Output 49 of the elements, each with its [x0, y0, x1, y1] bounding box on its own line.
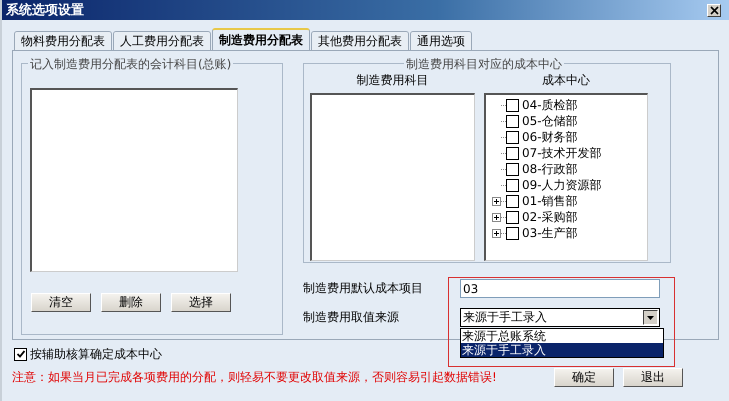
tab[interactable]: 其他费用分配表 — [311, 31, 409, 50]
dialog-button[interactable]: 退出 — [623, 368, 683, 387]
tree-item[interactable]: 07-技术开发部 — [522, 144, 602, 162]
tree-item[interactable]: 06-财务部 — [522, 128, 578, 146]
action-button[interactable]: 清空 — [31, 293, 91, 312]
close-button[interactable] — [707, 4, 721, 16]
tree-item[interactable]: 03-生产部 — [522, 224, 578, 242]
action-button[interactable]: 删除 — [101, 293, 161, 312]
tree-item[interactable]: 01-销售部 — [522, 192, 578, 210]
tree-item[interactable]: 08-行政部 — [522, 160, 578, 178]
checkbox[interactable] — [506, 178, 519, 192]
close-icon — [710, 6, 718, 14]
checkbox[interactable] — [506, 210, 519, 224]
group-title: 制造费用科目对应的成本中心 — [404, 56, 564, 73]
dropdown-option[interactable]: 来源于总账系统 — [461, 329, 663, 343]
checkbox[interactable] — [506, 226, 519, 240]
expense-list[interactable] — [310, 93, 475, 261]
checkbox[interactable] — [506, 146, 519, 160]
expand-icon[interactable] — [492, 196, 501, 206]
cost-center-tree[interactable]: 04-质检部 05-仓储部 06-财务部 07-技术开发部 08-行政部 09-人力资源部 01-销售部 02-采购部 03-生产部 — [484, 93, 648, 261]
tab[interactable]: 人工费用分配表 — [113, 31, 211, 50]
expand-icon[interactable] — [492, 212, 501, 222]
checkbox[interactable] — [506, 114, 519, 128]
tree-item[interactable]: 02-采购部 — [522, 208, 578, 226]
dropdown-option[interactable]: 来源于手工录入 — [461, 343, 663, 357]
checkbox[interactable] — [506, 98, 519, 112]
list-header: 成本中心 — [542, 72, 590, 89]
window-title: 系统选项设置 — [6, 2, 84, 19]
tree-item[interactable]: 04-质检部 — [522, 96, 578, 114]
tab[interactable]: 制造费用分配表 — [212, 28, 310, 50]
checkbox[interactable] — [506, 194, 519, 208]
dialog-button[interactable]: 确定 — [554, 368, 614, 387]
warning-text: 注意：如果当月已完成各项费用的分配，则轻易不要更改取值来源，否则容易引起数据错误! — [12, 369, 497, 386]
tree-item[interactable]: 05-仓储部 — [522, 112, 578, 130]
checkbox[interactable] — [14, 348, 27, 360]
field-label: 制造费用取值来源 — [303, 309, 400, 326]
expand-icon[interactable] — [492, 228, 501, 238]
tree-item[interactable]: 09-人力资源部 — [522, 176, 602, 194]
input-field[interactable]: 03 — [460, 279, 660, 298]
field-label: 制造费用默认成本项目 — [303, 280, 424, 297]
list-header: 制造费用科目 — [356, 72, 428, 89]
account-list[interactable] — [30, 88, 238, 272]
tab[interactable]: 通用选项 — [410, 31, 472, 50]
action-button[interactable]: 选择 — [171, 293, 231, 312]
checkbox-label: 按辅助核算确定成本中心 — [30, 346, 162, 362]
tab[interactable]: 物料费用分配表 — [14, 31, 112, 50]
checkbox[interactable] — [506, 130, 519, 144]
checkbox[interactable] — [506, 162, 519, 176]
group-title: 记入制造费用分配表的会计科目(总账) — [28, 56, 234, 73]
